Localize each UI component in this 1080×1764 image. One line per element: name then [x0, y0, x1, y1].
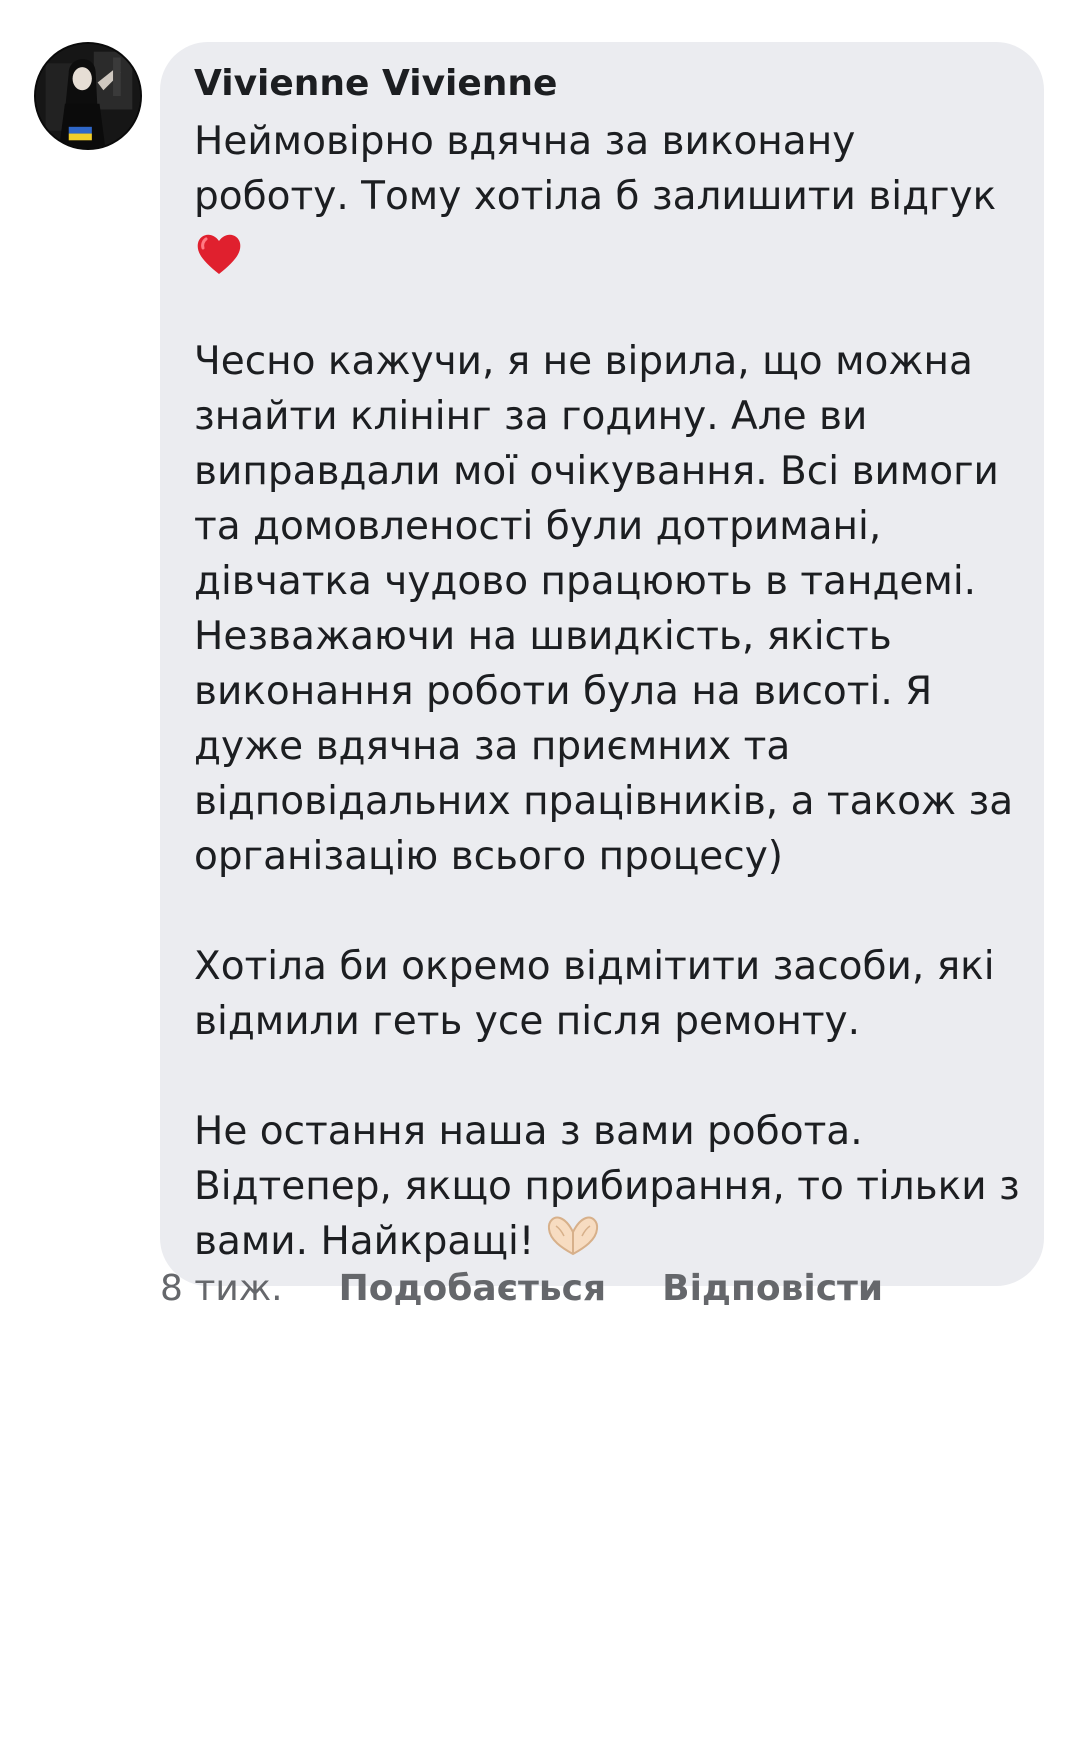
- comment-line: виконання роботи була на висоті. Я: [194, 669, 933, 714]
- comment-paragraph-4: Не остання наша з вами робота. Відтепер,…: [194, 1104, 1020, 1269]
- comment-line: вами. Найкращі!: [194, 1219, 535, 1264]
- comment-paragraph-2: Чесно кажучи, я не вірила, що можна знай…: [194, 334, 1014, 884]
- comment-line: роботу. Тому хотіла б залишити відгук: [194, 174, 997, 219]
- timestamp[interactable]: 8 тиж.: [160, 1268, 283, 1309]
- emoji-line: [194, 224, 1010, 279]
- comment-paragraph-3: Хотіла би окремо відмітити засоби, які в…: [194, 939, 1010, 1049]
- comment-actions: 8 тиж. Подобається Відповісти: [160, 1263, 939, 1313]
- comment-line: знайти клінінг за годину. Але ви: [194, 394, 868, 439]
- comment-line: відповідальних працівників, а також за: [194, 779, 1014, 824]
- comment-line: Не остання наша з вами робота.: [194, 1109, 863, 1154]
- like-button[interactable]: Подобається: [339, 1268, 607, 1309]
- comment-line: Чесно кажучи, я не вірила, що можна: [194, 339, 973, 384]
- comment-line: організацію всього процесу): [194, 834, 783, 879]
- profile-photo-icon: [36, 44, 140, 148]
- comment-line: Незважаючи на швидкість, якість: [194, 614, 892, 659]
- heart-hands-icon: [548, 1216, 599, 1256]
- comment-line: Хотіла би окремо відмітити засоби, які: [194, 944, 995, 989]
- comment-line: відмили геть усе після ремонту.: [194, 999, 861, 1044]
- comment-line: Відтепер, якщо прибирання, то тільки з: [194, 1164, 1020, 1209]
- comment-line: виправдали мої очікування. Всі вимоги: [194, 449, 999, 494]
- author-name[interactable]: Vivienne Vivienne: [194, 62, 1010, 106]
- comment-line: дівчатка чудово працюють в тандемі.: [194, 559, 977, 604]
- comment-paragraph-1: Неймовірно вдячна за виконану роботу. То…: [194, 114, 1010, 279]
- comment-last-line: вами. Найкращі!: [194, 1214, 1010, 1269]
- red-heart-icon: [197, 234, 241, 274]
- avatar[interactable]: [34, 42, 142, 150]
- comment-line: та домовленості були дотримані,: [194, 504, 882, 549]
- comment-line: Неймовірно вдячна за виконану: [194, 119, 856, 164]
- reply-button[interactable]: Відповісти: [662, 1268, 883, 1309]
- comment-line: дуже вдячна за приємних та: [194, 724, 791, 769]
- comment-bubble: Vivienne Vivienne Неймовірно вдячна за в…: [160, 42, 1044, 1286]
